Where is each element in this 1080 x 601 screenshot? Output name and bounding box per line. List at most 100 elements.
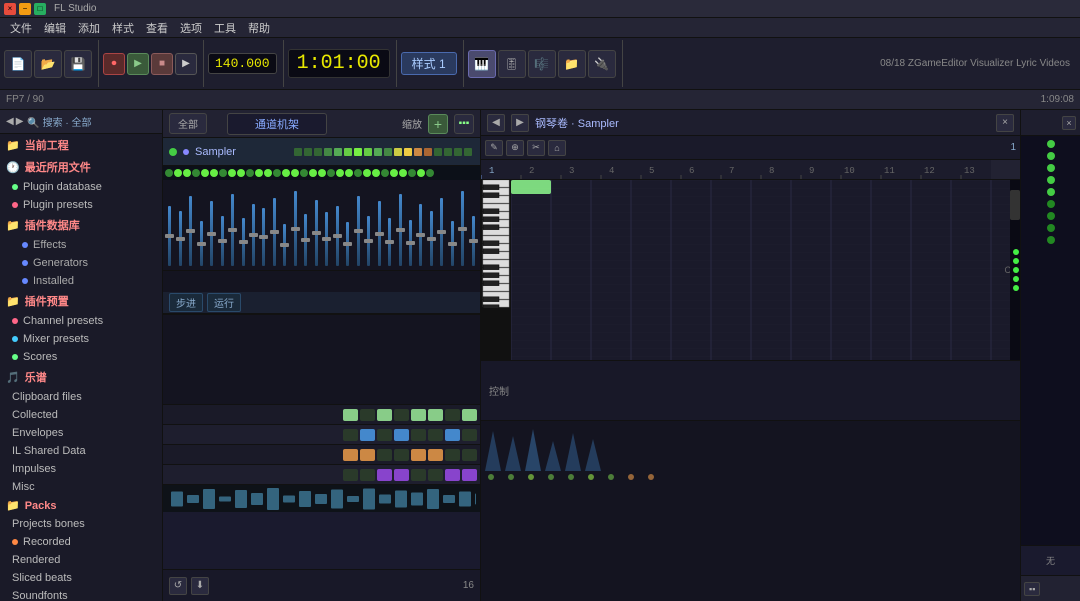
sidebar-forward-arrow[interactable]: ▶ [16, 116, 24, 127]
fader-col-3[interactable] [196, 221, 205, 266]
record-button[interactable]: ⏺ [103, 53, 125, 75]
sampler-led[interactable] [169, 148, 177, 156]
fader-col-12[interactable] [291, 191, 300, 266]
piano-grid[interactable]: C7 [511, 180, 1020, 360]
sidebar-item-envelopes[interactable]: Envelopes [0, 424, 162, 442]
fader-col-21[interactable] [385, 218, 394, 266]
fader-col-26[interactable] [437, 198, 446, 266]
fader-col-4[interactable] [207, 201, 216, 266]
sidebar-item-il-shared[interactable]: IL Shared Data [0, 442, 162, 460]
bpm-display[interactable]: 140.000 [208, 53, 277, 74]
sidebar-item-clipboard[interactable]: Clipboard files [0, 388, 162, 406]
fader-col-0[interactable] [165, 206, 174, 266]
sidebar-item-plugin-presets[interactable]: Plugin presets [0, 196, 162, 214]
menu-help[interactable]: 帮助 [242, 18, 276, 38]
sidebar-nav-arrows[interactable]: ◀ ▶ [6, 116, 23, 127]
sidebar-item-recorded[interactable]: Recorded [0, 533, 162, 551]
sidebar-item-sliced-beats[interactable]: Sliced beats [0, 569, 162, 587]
far-right-close[interactable]: × [1062, 116, 1076, 130]
sidebar-item-misc[interactable]: Misc [0, 478, 162, 496]
sidebar-item-plugin-presets-cn[interactable]: 📁 插件预置 [0, 290, 162, 312]
sidebar-item-generators[interactable]: Generators [0, 254, 162, 272]
fader-col-6[interactable] [228, 194, 237, 266]
cr-add-button[interactable]: + [428, 114, 448, 134]
menu-view[interactable]: 查看 [140, 18, 174, 38]
sidebar-back-arrow[interactable]: ◀ [6, 116, 14, 127]
menu-file[interactable]: 文件 [4, 18, 38, 38]
pr-tool-4[interactable]: ⌂ [548, 140, 566, 156]
pr-prev-button[interactable]: ◀ [487, 114, 505, 132]
sidebar-item-rendered[interactable]: Rendered [0, 551, 162, 569]
fader-col-9[interactable] [259, 208, 268, 266]
browser-button[interactable]: 📁 [558, 50, 586, 78]
menu-edit[interactable]: 编辑 [38, 18, 72, 38]
pattern-display[interactable]: 样式 1 [401, 52, 457, 75]
channel-rack-button[interactable]: 🎹 [468, 50, 496, 78]
new-project-button[interactable]: 📄 [4, 50, 32, 78]
pr-next-button[interactable]: ▶ [511, 114, 529, 132]
sidebar-item-channel-presets[interactable]: Channel presets [0, 312, 162, 330]
pr-close-button[interactable]: × [996, 114, 1014, 132]
pr-tool-2[interactable]: ⊕ [506, 140, 524, 156]
fader-col-10[interactable] [270, 198, 279, 266]
sidebar-item-installed[interactable]: Installed [0, 272, 162, 290]
fader-col-27[interactable] [448, 221, 457, 266]
piano-roll-button[interactable]: 🎼 [528, 50, 556, 78]
cr-all-button[interactable]: 全部 [169, 113, 207, 134]
sidebar-item-project-bones[interactable]: Projects bones [0, 515, 162, 533]
scrollbar-thumb[interactable] [1010, 190, 1020, 220]
fader-col-11[interactable] [280, 224, 289, 266]
fader-col-19[interactable] [364, 216, 373, 266]
fader-col-20[interactable] [374, 201, 383, 266]
fader-col-17[interactable] [343, 222, 352, 266]
sidebar-item-scores[interactable]: Scores [0, 348, 162, 366]
fader-col-5[interactable] [217, 216, 226, 266]
save-button[interactable]: 💾 [64, 50, 92, 78]
bounce-button[interactable]: ⬇ [191, 577, 209, 595]
menu-style[interactable]: 样式 [106, 18, 140, 38]
sidebar-item-mixer-presets[interactable]: Mixer presets [0, 330, 162, 348]
fader-col-24[interactable] [416, 204, 425, 266]
sidebar-item-plugin-db[interactable]: Plugin database [0, 178, 162, 196]
fader-col-23[interactable] [406, 220, 415, 266]
sidebar-item-impulses[interactable]: Impulses [0, 460, 162, 478]
sidebar-item-yuepu[interactable]: 🎵 乐谱 [0, 366, 162, 388]
fader-col-7[interactable] [238, 218, 247, 266]
fader-col-16[interactable] [333, 206, 342, 266]
plugin-picker-button[interactable]: 🔌 [588, 50, 616, 78]
pr-tool-1[interactable]: ✎ [485, 140, 503, 156]
sidebar-item-soundfonts[interactable]: Soundfonts [0, 587, 162, 601]
fader-col-8[interactable] [249, 204, 258, 266]
window-controls[interactable]: × − □ [4, 3, 46, 15]
mixer-button[interactable]: 🎚 [498, 50, 526, 78]
fader-col-2[interactable] [186, 196, 195, 266]
menu-add[interactable]: 添加 [72, 18, 106, 38]
pr-tool-3[interactable]: ✂ [527, 140, 545, 156]
cr-pattern-light[interactable]: ▪▪▪ [454, 114, 474, 134]
sidebar-item-current-project[interactable]: 📁 当前工程 [0, 134, 162, 156]
sidebar-item-recent-files[interactable]: 🕐 最近所用文件 [0, 156, 162, 178]
menu-options[interactable]: 选项 [174, 18, 208, 38]
fader-col-29[interactable] [469, 216, 478, 266]
minimize-button[interactable]: − [19, 3, 31, 15]
play-button[interactable]: ▶ [127, 53, 149, 75]
run-button[interactable]: 运行 [207, 293, 241, 312]
fader-col-25[interactable] [427, 211, 436, 266]
fader-col-13[interactable] [301, 214, 310, 266]
stop-button[interactable]: ■ [151, 53, 173, 75]
pattern-play-button[interactable]: ▶ [175, 53, 197, 75]
fader-col-22[interactable] [395, 194, 404, 266]
fader-col-18[interactable] [353, 196, 362, 266]
loop-button[interactable]: ↺ [169, 577, 187, 595]
menu-tools[interactable]: 工具 [208, 18, 242, 38]
open-button[interactable]: 📂 [34, 50, 62, 78]
sidebar-item-collected[interactable]: Collected [0, 406, 162, 424]
sidebar-item-effects[interactable]: Effects [0, 236, 162, 254]
step-button[interactable]: 步进 [169, 293, 203, 312]
piano-roll-scrollbar[interactable] [1010, 180, 1020, 360]
fader-col-1[interactable] [175, 211, 184, 266]
sidebar-item-packs[interactable]: 📁 Packs [0, 496, 162, 515]
close-button[interactable]: × [4, 3, 16, 15]
fader-col-28[interactable] [458, 191, 467, 266]
sidebar-item-plugin-db-cn[interactable]: 📁 插件数据库 [0, 214, 162, 236]
